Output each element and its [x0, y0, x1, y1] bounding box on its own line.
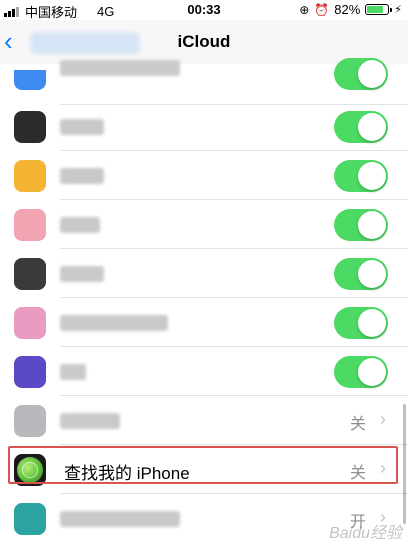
app-icon: [14, 209, 46, 241]
blurred-label: [60, 266, 104, 282]
blurred-label: [60, 511, 180, 527]
app-icon: [14, 258, 46, 290]
charging-icon: ⚡: [394, 4, 402, 16]
app-icon: [14, 111, 46, 143]
blurred-label: [60, 168, 104, 184]
blurred-label: [60, 315, 168, 331]
toggle-switch[interactable]: [334, 111, 388, 143]
blurred-label: [60, 413, 120, 429]
list-item[interactable]: [0, 56, 408, 105]
blurred-label: [60, 119, 104, 135]
orientation-lock-icon: ⊕: [299, 2, 310, 17]
app-icon: [14, 503, 46, 535]
chevron-right-icon: ›: [380, 409, 386, 429]
toggle-switch[interactable]: [334, 356, 388, 388]
battery-percent: 82%: [334, 2, 361, 17]
toggle-switch[interactable]: [334, 258, 388, 290]
blurred-label: [60, 60, 180, 76]
highlight-box: [8, 446, 398, 484]
app-icon: [14, 70, 46, 90]
list-item[interactable]: [0, 200, 408, 249]
list-item[interactable]: [0, 249, 408, 298]
toggle-switch[interactable]: [334, 58, 388, 90]
list-item[interactable]: [0, 151, 408, 200]
row-value: 关: [349, 416, 366, 433]
app-icon: [14, 405, 46, 437]
blurred-label: [60, 217, 100, 233]
scrollbar[interactable]: [403, 404, 406, 524]
battery-icon: [365, 4, 393, 15]
list-item[interactable]: [0, 298, 408, 347]
status-bar: 中国移动 4G 00:33 ⊕ ⏰ 82% ⚡: [0, 0, 408, 20]
toggle-switch[interactable]: [334, 160, 388, 192]
find-my-iphone-row[interactable]: 查找我的 iPhone 关 ›: [0, 445, 408, 494]
watermark: Baidu经验: [329, 525, 402, 542]
status-right: ⊕ ⏰ 82% ⚡: [299, 2, 402, 17]
app-icon: [14, 160, 46, 192]
app-icon: [14, 307, 46, 339]
blurred-label: [60, 364, 86, 380]
screen: 中国移动 4G 00:33 ⊕ ⏰ 82% ⚡ ‹ iCloud 关 › 查找我…: [0, 0, 408, 549]
alarm-icon: ⏰: [314, 2, 330, 17]
list-item[interactable]: 关 ›: [0, 396, 408, 445]
toggle-switch[interactable]: [334, 307, 388, 339]
app-icon: [14, 356, 46, 388]
page-title: iCloud: [177, 32, 231, 51]
list-item[interactable]: [0, 102, 408, 151]
settings-list: 关 › 查找我的 iPhone 关 › 开 ›: [0, 58, 408, 549]
list-item[interactable]: [0, 347, 408, 396]
toggle-switch[interactable]: [334, 209, 388, 241]
